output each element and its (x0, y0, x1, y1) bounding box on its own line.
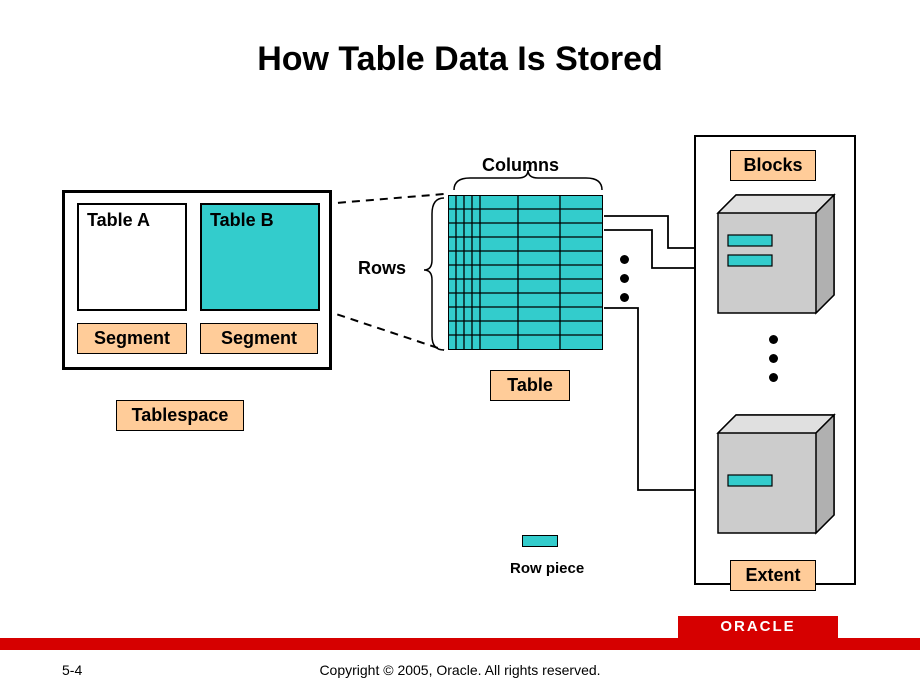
table-label: Table (490, 370, 570, 401)
ellipsis-dots-2 (769, 335, 778, 382)
table-grid-svg (448, 195, 603, 350)
slide-title: How Table Data Is Stored (0, 40, 920, 79)
row-piece-label: Row piece (510, 560, 584, 577)
row-piece-swatch (522, 535, 558, 547)
tablespace-label: Tablespace (116, 400, 244, 431)
ellipsis-dots-1 (620, 255, 629, 302)
segment-label-a: Segment (77, 323, 187, 354)
rows-label: Rows (358, 258, 406, 279)
extent-label: Extent (730, 560, 816, 591)
tablespace-container: Table A Table B Segment Segment (62, 190, 332, 370)
footer-red-bar (0, 638, 920, 650)
copyright-text: Copyright © 2005, Oracle. All rights res… (0, 662, 920, 678)
slide: How Table Data Is Stored Table A Table B… (0, 0, 920, 690)
segment-label-b: Segment (200, 323, 318, 354)
columns-label: Columns (482, 155, 559, 176)
blocks-label: Blocks (730, 150, 816, 181)
oracle-logo: ORACLE (678, 616, 838, 638)
tablespace-table-a: Table A (77, 203, 187, 311)
table-grid (448, 195, 603, 350)
tablespace-table-b: Table B (200, 203, 320, 311)
